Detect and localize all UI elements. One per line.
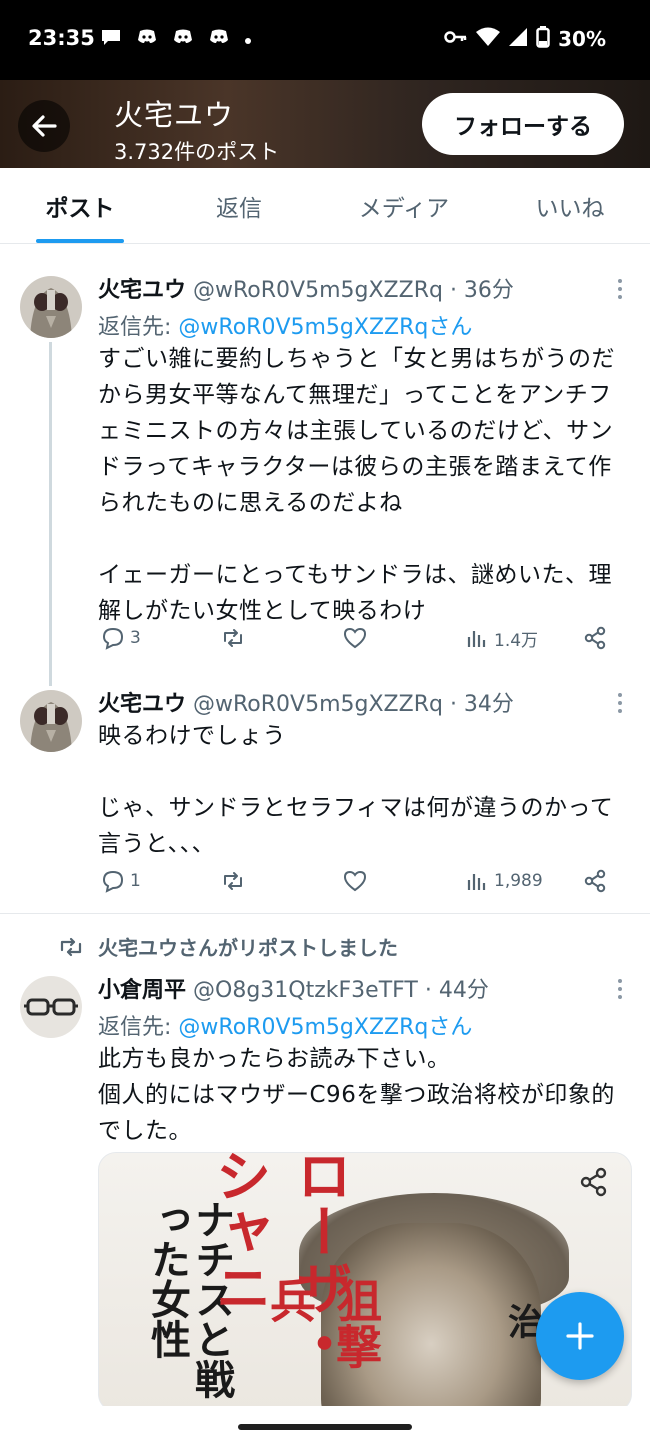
notification-icons [100,28,252,50]
post-count: 3.732件のポスト [114,140,280,164]
discord-icon [208,28,230,50]
profile-tabs: ポスト 返信 メディア いいね [0,168,650,244]
repost-icon [224,872,242,890]
post-header: 小倉周平 @O8g31QtzkF3eTFT · 44分 [98,972,489,1004]
profile-name: 火宅ユウ [114,98,235,132]
status-bar: 23:35 30% [0,0,650,80]
author-handle-time: @O8g31QtzkF3eTFT · 44分 [193,978,489,1003]
battery-percent: 30% [558,27,606,51]
post-actions: 3 1.4万 [98,625,618,655]
signal-icon [508,27,528,51]
active-tab-indicator [36,239,124,243]
more-options-icon[interactable] [618,279,624,303]
like-button[interactable] [342,868,368,894]
reply-to: 返信先: @wRoR0V5m5gXZZRqさん [98,309,472,341]
view-count: 1,989 [494,871,543,891]
more-options-icon[interactable] [618,693,624,717]
reply-mention[interactable]: @wRoR0V5m5gXZZRqさん [178,1015,472,1040]
tab-replies[interactable]: 返信 [160,168,318,243]
post-text: 映るわけでしょう じゃ、サンドラとセラフィマは何が違うのかって言うと、、、 [98,723,614,857]
reply-to: 返信先: @wRoR0V5m5gXZZRqさん [98,1009,472,1041]
more-options-icon[interactable] [618,979,624,1003]
author-handle-time: @wRoR0V5m5gXZZRq · 34分 [193,692,514,717]
avatar[interactable] [20,690,82,752]
tab-posts[interactable]: ポスト [0,168,160,243]
views-icon [467,874,486,890]
tab-label: 返信 [216,195,262,222]
heart-icon [343,870,367,892]
post-header: 火宅ユウ @wRoR0V5m5gXZZRq · 34分 [98,686,514,718]
book-badge: 狙撃兵 [263,1277,383,1369]
reply-count: 1 [130,871,141,891]
post-divider [0,913,650,914]
reply-prefix: 返信先: [98,315,179,340]
back-button[interactable] [18,100,70,152]
arrow-left-icon [32,115,57,137]
post-text: 此方も良かったらお読み下さい。 個人的にはマウザーC96を撃つ政治将校が印象的で… [98,1046,615,1144]
views-button[interactable]: 1.4万 [464,625,538,651]
avatar[interactable] [20,276,82,338]
system-icons: 30% [444,26,606,52]
dot-icon [244,30,252,49]
profile-header: 火宅ユウ 3.732件のポスト フォローする [0,80,650,168]
tab-label: ポスト [45,195,115,222]
author-name[interactable]: 小倉周平 [98,978,186,1003]
battery-icon [536,26,550,52]
like-button[interactable] [342,625,368,651]
gesture-nav-bar [0,1406,650,1444]
repost-icon [224,629,242,647]
reply-icon [102,870,124,893]
view-count: 1.4万 [494,630,539,651]
tab-likes[interactable]: いいね [490,168,650,243]
post-text: すごい雑に要約しちゃうと「女と男はちがうのだから男女平等なんて無理だ」ってことを… [98,346,615,624]
discord-icon [136,28,158,50]
reply-button[interactable]: 1 [100,868,141,894]
post-actions: 1 1,989 [98,868,618,898]
share-icon [584,626,606,650]
tab-label: メディア [358,195,450,222]
post-header: 火宅ユウ @wRoR0V5m5gXZZRq · 36分 [98,272,514,304]
repost-icon [60,937,82,956]
discord-icon [172,28,194,50]
repost-button[interactable] [220,868,246,894]
views-icon [467,631,486,647]
avatar[interactable] [20,976,82,1038]
share-icon [584,869,606,893]
vpn-key-icon [444,29,468,49]
repost-note[interactable]: 火宅ユウさんがリポストしました [58,932,398,961]
status-time: 23:35 [28,26,95,50]
thread-connector [49,342,52,686]
share-button[interactable] [582,868,608,894]
wifi-icon [476,27,501,51]
reply-mention[interactable]: @wRoR0V5m5gXZZRqさん [178,315,472,340]
reply-icon [102,627,124,650]
plus-icon [566,1322,594,1350]
compose-button[interactable] [536,1292,624,1380]
heart-icon [343,627,367,649]
tab-media[interactable]: メディア [318,168,490,243]
author-name[interactable]: 火宅ユウ [98,278,186,303]
media-card[interactable]: ナチスと戦った女性 ローザ・シャニ 狙撃兵 秋 治 [98,1152,632,1412]
author-handle-time: @wRoR0V5m5gXZZRq · 36分 [193,278,514,303]
repost-note-text: 火宅ユウさんがリポストしました [98,936,398,960]
reply-button[interactable]: 3 [100,625,141,651]
gesture-handle[interactable] [238,1424,412,1430]
tab-label: いいね [535,195,605,222]
share-button[interactable] [582,625,608,651]
repost-button[interactable] [220,625,246,651]
follow-button[interactable]: フォローする [422,93,624,155]
views-button[interactable]: 1,989 [464,868,543,894]
author-name[interactable]: 火宅ユウ [98,692,186,717]
chat-bubble-icon [100,28,122,50]
share-icon[interactable] [577,1165,611,1199]
reply-prefix: 返信先: [98,1015,179,1040]
reply-count: 3 [130,628,141,648]
